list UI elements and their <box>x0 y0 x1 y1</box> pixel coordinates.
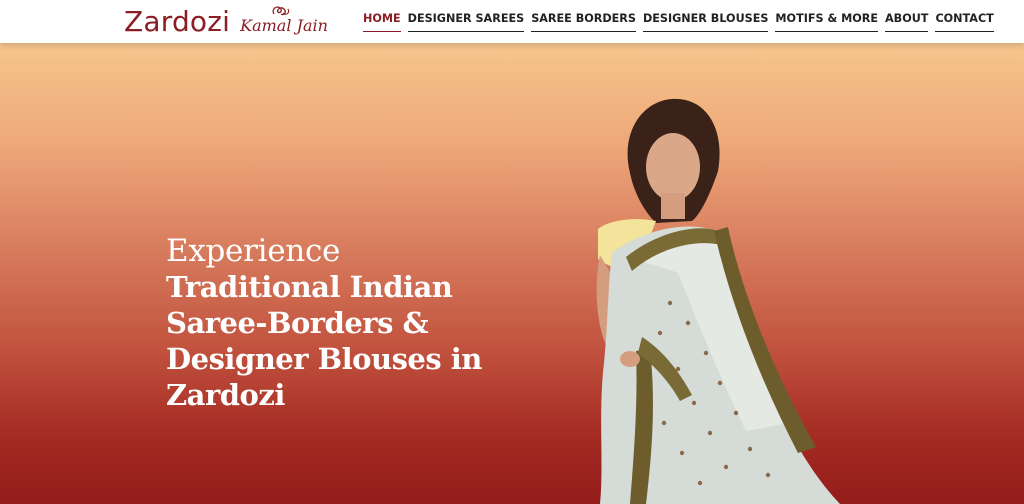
site-header: Zardozi Kamal Jain HOME DESIGNER SAREES … <box>0 0 1024 43</box>
nav-home[interactable]: HOME <box>363 12 401 32</box>
main-nav: HOME DESIGNER SAREES SAREE BORDERS DESIG… <box>363 12 994 32</box>
nav-about[interactable]: ABOUT <box>885 12 929 32</box>
hero-headline: Experience Traditional Indian Saree-Bord… <box>166 233 526 413</box>
hero-line-experience: Experience <box>166 233 341 269</box>
logo-signature-block: Kamal Jain <box>240 4 328 40</box>
hero-banner: Experience Traditional Indian Saree-Bord… <box>0 43 1024 504</box>
nav-motifs-more[interactable]: MOTIFS & MORE <box>775 12 879 32</box>
nav-saree-borders[interactable]: SAREE BORDERS <box>531 12 636 32</box>
logo-signature-text: Kamal Jain <box>240 16 328 35</box>
nav-contact[interactable]: CONTACT <box>935 12 994 32</box>
nav-designer-blouses[interactable]: DESIGNER BLOUSES <box>642 12 769 32</box>
hero-line-main: Traditional Indian Saree-Borders & Desig… <box>166 270 482 412</box>
model-image <box>596 98 840 504</box>
logo-wordmark: Zardozi <box>124 5 231 38</box>
nav-designer-sarees[interactable]: DESIGNER SAREES <box>407 12 525 32</box>
site-logo[interactable]: Zardozi Kamal Jain <box>124 2 328 42</box>
